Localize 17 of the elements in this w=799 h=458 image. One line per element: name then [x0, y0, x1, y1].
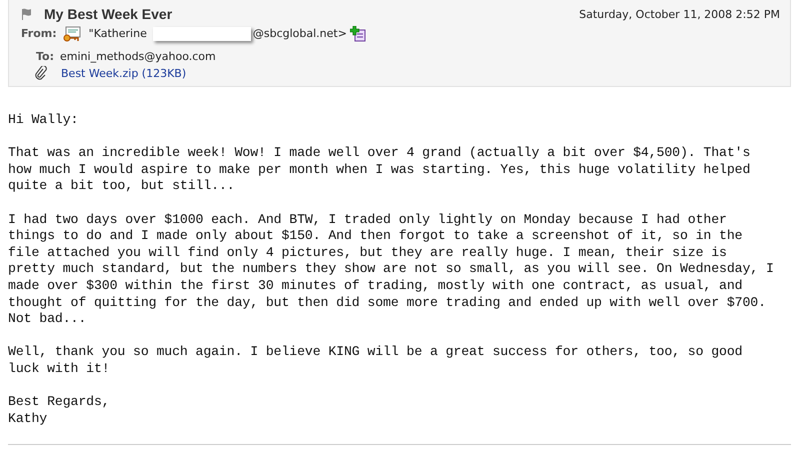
email-date: Saturday, October 11, 2008 2:52 PM [579, 8, 780, 20]
message-paragraph: Hi Wally: [8, 112, 80, 129]
message-paragraph: That was an incredible week! Wow! I made well over 4 grand (actually a bit over $4,500). That's how much I would aspire to make per month when I was starting. Yes, this huge volatility helped quite a bit too, but still... [8, 145, 752, 195]
flag-icon[interactable] [21, 8, 32, 20]
recipient-address: emini_methods@yahoo.com [60, 50, 216, 63]
certificate-key-icon [62, 26, 81, 42]
from-label: From: [21, 27, 57, 40]
sender-name: "Katherine [88, 27, 147, 40]
add-contact-icon[interactable] [350, 26, 366, 42]
message-paragraph: I had two days over $1000 each. And BTW, I traded only lightly on Monday because I had other things to do and I made only about $150. And then forgot to take a screenshot of it, so in the file attached you will find only 4 pictures, but they are really huge. I mean, their size is pretty much standard, but the numbers they show are not so small, as you will see. On Wednesday, I made over $300 within the first 30 minutes of trading, mostly with one contract, as usual, and thought of quitting for the day, but then did some more trading and ended up with well over $700. Not bad... [8, 212, 775, 328]
attachment-link[interactable]: Best Week.zip (123KB) [61, 66, 186, 80]
message-paragraph: Well, thank you so much again. I believe KING will be a great success for others, too, so good luck with it! [8, 344, 744, 378]
sender-domain: @sbcglobal.net> [252, 27, 347, 40]
email-subject: My Best Week Ever [44, 6, 172, 22]
message-paragraph: Best Regards, Kathy [8, 394, 111, 428]
paperclip-icon [35, 66, 47, 80]
to-label: To: [36, 50, 54, 63]
